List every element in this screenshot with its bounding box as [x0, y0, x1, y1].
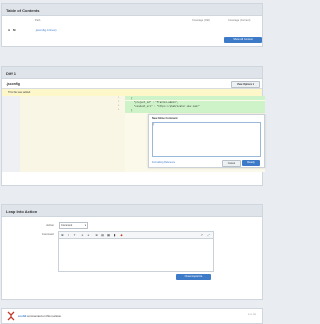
leap-title: Leap Into Action	[2, 205, 262, 217]
comment-label: Comment	[41, 232, 54, 236]
event-timestamp: 3:51 PM	[247, 314, 256, 316]
line-number[interactable]: 1	[118, 97, 119, 99]
comment-textarea[interactable]	[58, 238, 214, 272]
code-line: }	[131, 109, 133, 112]
inline-comment-form: New Inline Comment Formatting Reference …	[148, 114, 265, 168]
show-all-context-button[interactable]: Show All Context	[224, 37, 262, 43]
code-line: "conduit_uri" : "https://phabricator.dev…	[131, 105, 200, 108]
old-side	[20, 96, 125, 172]
line-number[interactable]: 2	[118, 101, 119, 103]
toc-column-headers: Path Coverage (Old) Coverage (Current)	[2, 18, 262, 26]
added-line[interactable]	[125, 109, 265, 113]
action-select[interactable]: Comment ▾	[59, 222, 88, 229]
line-gutter	[2, 96, 20, 172]
user-avatar[interactable]	[7, 311, 15, 321]
diff-panel: Diff 1 .jsconfig View Options ▾ This fil…	[1, 66, 265, 186]
chevron-down-icon: ▾	[84, 224, 86, 227]
col-coverage-old: Coverage (Old)	[192, 19, 210, 22]
code-line: "project_id" : "fractal-admin",	[131, 101, 179, 104]
added-line[interactable]	[125, 96, 265, 100]
user-link[interactable]: zoofdi	[18, 314, 26, 318]
code-line: {	[131, 96, 133, 100]
timeline-event: zoofdi commented on this revision. 3:51 …	[1, 308, 263, 324]
leap-panel: Leap Into Action Action Comment ▾ Commen…	[1, 204, 263, 300]
clowncopterize-button[interactable]: Clowncopterize	[176, 274, 211, 280]
event-text: zoofdi commented on this revision.	[18, 314, 62, 318]
ready-button[interactable]: Ready	[242, 159, 260, 166]
inline-comment-input[interactable]	[152, 122, 261, 157]
toc-row: A M .jsconfig.4 lines)	[2, 26, 262, 34]
line-number[interactable]: 4	[118, 109, 119, 111]
line-number[interactable]: 3	[118, 105, 119, 107]
toc-title: Table of Contents	[2, 4, 262, 16]
inline-comment-title: New Inline Comment	[152, 117, 178, 120]
remarkup-toolbar: B I T ≡ ≡ ⊕ ▤ ▦ ▮ ◆ ↗ ⤢	[58, 231, 214, 238]
status-modified: M	[13, 28, 16, 32]
notice-text: This file was added.	[8, 91, 31, 94]
cancel-button[interactable]: Cancel	[222, 159, 241, 167]
event-action: commented on this revision.	[26, 314, 62, 318]
status-added: A	[8, 28, 11, 32]
toc-panel: Table of Contents Path Coverage (Old) Co…	[1, 3, 263, 47]
col-coverage-new: Coverage (Current)	[228, 19, 251, 22]
file-name: .jsconfig	[6, 82, 20, 86]
col-path: Path	[35, 19, 41, 22]
action-label: Action	[46, 223, 54, 227]
diff-title: Diff 1	[2, 67, 262, 79]
toc-file-link[interactable]: .jsconfig.4 lines)	[35, 28, 57, 32]
file-header: .jsconfig View Options ▾	[2, 79, 262, 89]
view-options-button[interactable]: View Options ▾	[231, 80, 260, 88]
action-select-value: Comment	[61, 224, 73, 227]
formatting-reference-link[interactable]: Formatting Reference	[152, 161, 175, 164]
